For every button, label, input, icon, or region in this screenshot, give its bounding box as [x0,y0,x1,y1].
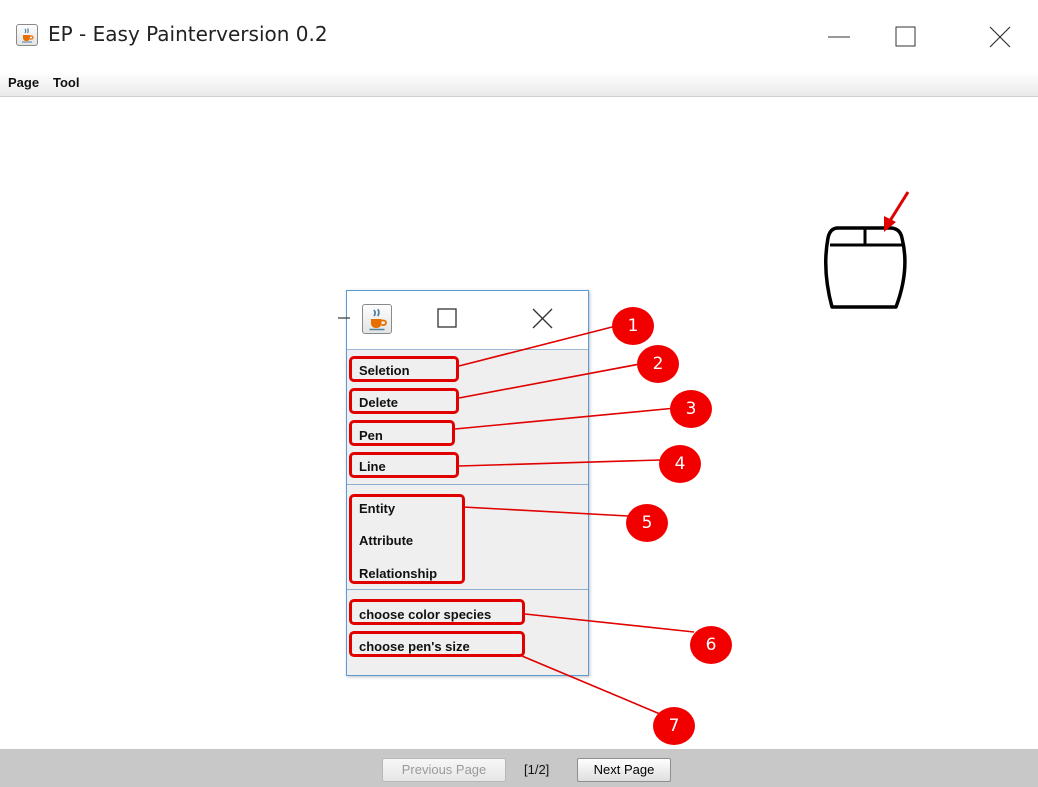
menu-tool[interactable]: Tool [53,75,79,90]
close-icon[interactable] [988,25,1012,49]
window-titlebar: EP - Easy Painterversion 0.2 [0,0,1038,72]
tool-window-maximize-icon[interactable] [437,308,459,330]
tool-window-close-icon[interactable] [531,307,555,331]
tool-window-divider [347,349,588,350]
callout-badge-3: 3 [670,390,712,428]
tool-window: Seletion Delete Pen Line Entity Attribut… [346,290,589,676]
callout-badge-5: 5 [626,504,668,542]
java-cup-icon [16,24,38,46]
window-title: EP - Easy Painterversion 0.2 [48,22,328,46]
tool-separator [347,589,588,590]
callout-badge-7: 7 [653,707,695,745]
java-cup-icon [362,304,392,334]
callout-badge-1: 1 [612,307,654,345]
menubar: Page Tool [0,72,1038,97]
tool-line[interactable]: Line [359,459,386,474]
tool-selection[interactable]: Seletion [359,363,410,378]
menu-page[interactable]: Page [8,75,39,90]
tool-entity[interactable]: Entity [359,501,395,516]
tool-pen[interactable]: Pen [359,428,383,443]
tool-choose-pen-size[interactable]: choose pen's size [359,639,470,654]
tool-relationship[interactable]: Relationship [359,566,437,581]
callout-badge-2: 2 [637,345,679,383]
previous-page-button[interactable]: Previous Page [382,758,506,782]
tool-delete[interactable]: Delete [359,395,398,410]
callout-badge-6: 6 [690,626,732,664]
callout-badge-4: 4 [659,445,701,483]
tool-attribute[interactable]: Attribute [359,533,413,548]
tool-choose-color[interactable]: choose color species [359,607,491,622]
tool-window-minimize-icon[interactable] [338,316,350,320]
minimize-icon[interactable] [826,26,852,46]
maximize-icon[interactable] [894,25,918,49]
tool-separator [347,484,588,485]
page-indicator: [1/2] [524,762,550,777]
pager-bar: Previous Page [1/2] Next Page [0,749,1038,787]
next-page-button[interactable]: Next Page [577,758,671,782]
